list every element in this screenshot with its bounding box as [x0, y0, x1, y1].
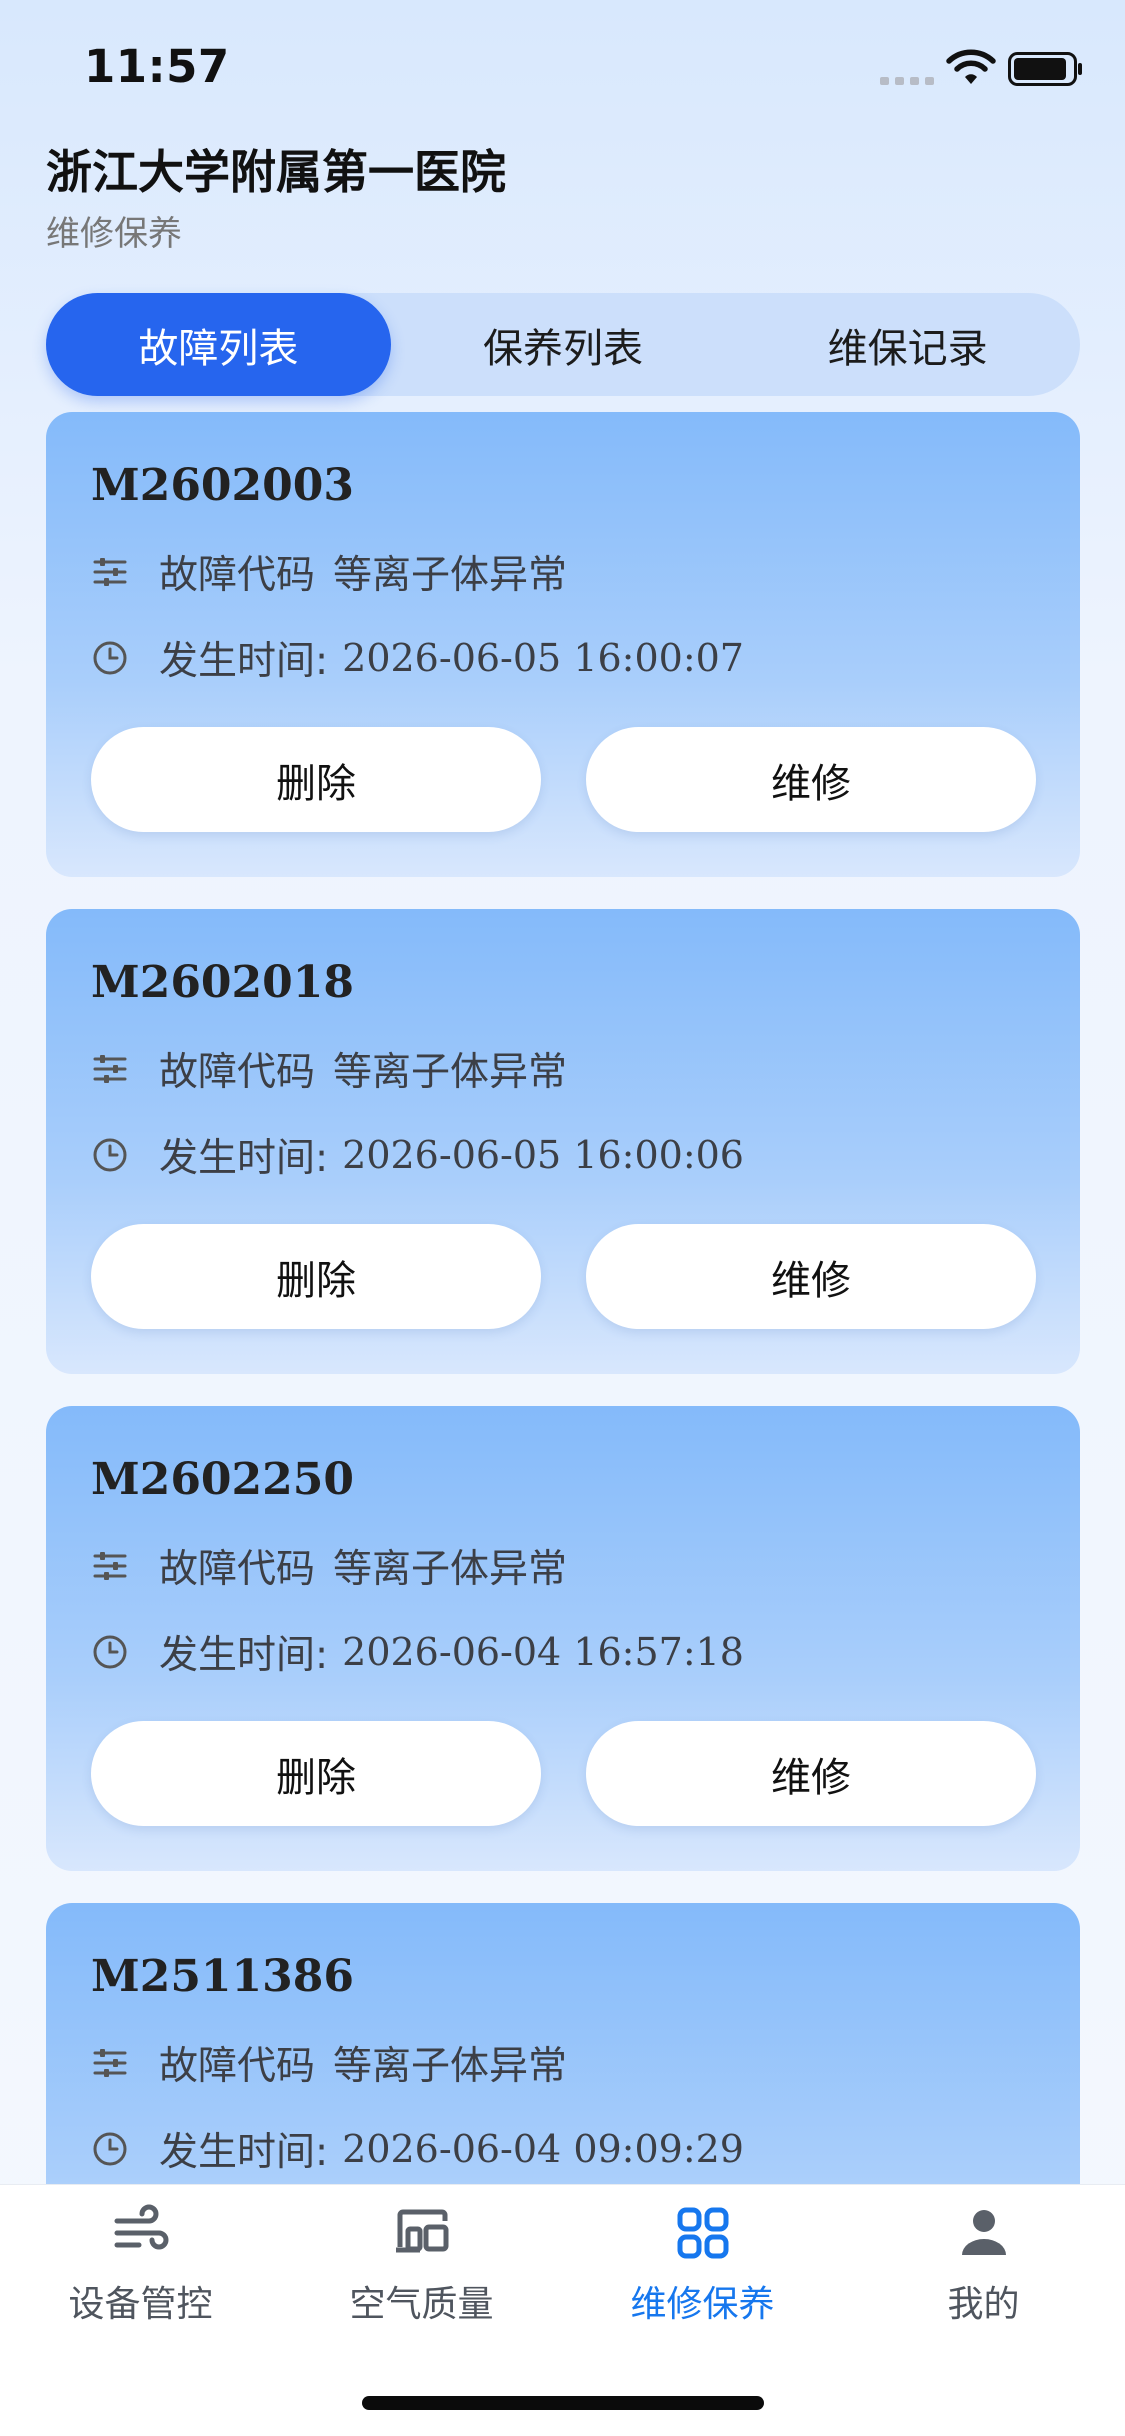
fault-card: M2602003 故障代码 等离子体异常 发生时间: 2026-06-05 16… [46, 412, 1080, 877]
nav-label: 维修保养 [630, 2284, 775, 2325]
clock-icon [93, 2132, 127, 2166]
occurred-time-row: 发生时间: 2026-06-05 16:00:07 [91, 630, 744, 686]
tab-fault-list[interactable]: 故障列表 [46, 293, 391, 396]
fault-code-label: 故障代码 [159, 2044, 316, 2089]
battery-icon [1008, 52, 1082, 86]
clock-icon [93, 1635, 127, 1669]
fault-code-row: 故障代码 等离子体异常 [91, 1538, 567, 1594]
status-time: 11:57 [84, 40, 230, 93]
delete-button[interactable]: 删除 [91, 1224, 541, 1329]
fault-code-row: 故障代码 等离子体异常 [91, 1041, 567, 1097]
occurred-time-value: 2026-06-04 16:57:18 [342, 1630, 744, 1674]
occurred-time-label: 发生时间: [159, 2130, 329, 2175]
fault-card: M2511386 故障代码 等离子体异常 发生时间: 2026-06-04 09… [46, 1903, 1080, 2184]
fault-description: 等离子体异常 [333, 553, 568, 598]
repair-button[interactable]: 维修 [586, 1224, 1036, 1329]
clock-icon [93, 641, 127, 675]
fault-description: 等离子体异常 [333, 1547, 568, 1592]
list-filter-icon [93, 1055, 127, 1083]
nav-label: 空气质量 [349, 2284, 494, 2325]
fault-description: 等离子体异常 [333, 1050, 568, 1095]
cellular-signal-icon [880, 77, 934, 85]
wind-icon [114, 2204, 168, 2250]
delete-button[interactable]: 删除 [91, 727, 541, 832]
occurred-time-row: 发生时间: 2026-06-05 16:00:06 [91, 1127, 744, 1183]
delete-button[interactable]: 删除 [91, 1721, 541, 1826]
fault-code-row: 故障代码 等离子体异常 [91, 2035, 567, 2091]
fault-code-label: 故障代码 [159, 1050, 316, 1095]
device-code: M2602250 [91, 1454, 355, 1505]
list-filter-icon [93, 558, 127, 586]
tab-maintenance-list[interactable]: 保养列表 [391, 293, 736, 396]
list-filter-icon [93, 1552, 127, 1580]
grid-icon [677, 2207, 728, 2259]
fault-list[interactable]: M2602003 故障代码 等离子体异常 发生时间: 2026-06-05 16… [46, 412, 1080, 2184]
occurred-time-label: 发生时间: [159, 1136, 329, 1181]
occurred-time-row: 发生时间: 2026-06-04 09:09:29 [91, 2121, 744, 2177]
fault-card: M2602018 故障代码 等离子体异常 发生时间: 2026-06-05 16… [46, 909, 1080, 1374]
occurred-time-value: 2026-06-04 09:09:29 [342, 2127, 744, 2171]
fault-code-label: 故障代码 [159, 553, 316, 598]
occurred-time-label: 发生时间: [159, 639, 329, 684]
repair-button[interactable]: 维修 [586, 727, 1036, 832]
home-indicator[interactable] [362, 2396, 764, 2410]
device-code: M2602018 [91, 957, 355, 1008]
occurred-time-label: 发生时间: [159, 1633, 329, 1678]
nav-mine[interactable]: 我的 [843, 2185, 1124, 2365]
repair-button[interactable]: 维修 [586, 1721, 1036, 1826]
clock-icon [93, 1138, 127, 1172]
fault-card: M2602250 故障代码 等离子体异常 发生时间: 2026-06-04 16… [46, 1406, 1080, 1871]
nav-maintenance[interactable]: 维修保养 [562, 2185, 843, 2365]
list-filter-icon [93, 2049, 127, 2077]
device-code: M2511386 [91, 1951, 355, 2002]
wifi-icon [946, 49, 996, 84]
device-code: M2602003 [91, 460, 355, 511]
occurred-time-value: 2026-06-05 16:00:07 [342, 636, 744, 680]
fault-code-row: 故障代码 等离子体异常 [91, 544, 567, 600]
nav-label: 设备管控 [68, 2284, 213, 2325]
fault-code-label: 故障代码 [159, 1547, 316, 1592]
page-title: 浙江大学附属第一医院 [46, 145, 506, 199]
person-icon [961, 2210, 1006, 2255]
fault-description: 等离子体异常 [333, 2044, 568, 2089]
occurred-time-row: 发生时间: 2026-06-04 16:57:18 [91, 1624, 744, 1680]
devices-icon [395, 2209, 448, 2253]
segmented-tabs: 故障列表 保养列表 维保记录 [46, 293, 1080, 396]
nav-air-quality[interactable]: 空气质量 [281, 2185, 562, 2365]
occurred-time-value: 2026-06-05 16:00:06 [342, 1133, 744, 1177]
nav-device-control[interactable]: 设备管控 [0, 2185, 281, 2365]
page-subtitle: 维修保养 [46, 214, 182, 254]
status-bar: 11:57 [0, 0, 1125, 130]
tab-maintenance-records[interactable]: 维保记录 [735, 293, 1080, 396]
nav-label: 我的 [947, 2284, 1020, 2325]
